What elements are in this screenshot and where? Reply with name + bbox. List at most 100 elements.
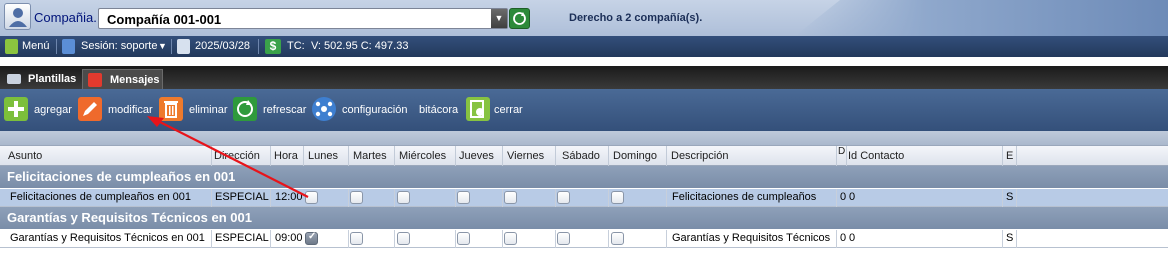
exchange-rate-values: V: 502.95 C: 497.33 — [311, 40, 409, 52]
company-bar: Compañia. Compañía 001-001 ▼ Derecho a 2… — [0, 0, 1168, 36]
divider — [502, 189, 503, 207]
configuration-button[interactable]: configuración — [312, 97, 412, 123]
divider — [56, 39, 57, 54]
table-row[interactable]: Garantías y Requisitos Técnicos en 001 E… — [0, 230, 1168, 248]
divider — [211, 146, 212, 166]
checkbox-lunes[interactable] — [305, 191, 318, 204]
action-toolbar: agregar modificar eliminar refrescar con… — [0, 89, 1168, 131]
company-refresh-button[interactable] — [509, 8, 530, 29]
column-header-d[interactable]: D — [838, 146, 845, 157]
menu-icon[interactable] — [5, 39, 18, 54]
checkbox-viernes[interactable] — [504, 232, 517, 245]
cell-direccion: ESPECIAL — [215, 232, 269, 244]
divider — [1016, 146, 1017, 166]
column-header-jueves[interactable]: Jueves — [459, 150, 494, 162]
session-chevron-down-icon[interactable]: ▼ — [158, 41, 167, 51]
group-header[interactable]: Garantías y Requisitos Técnicos en 001 — [0, 207, 1168, 229]
divider — [394, 189, 395, 207]
column-header-e[interactable]: E — [1006, 150, 1013, 162]
divider — [502, 230, 503, 248]
plus-icon — [4, 97, 28, 121]
checkbox-domingo[interactable] — [611, 191, 624, 204]
column-header-viernes[interactable]: Viernes — [507, 150, 544, 162]
tab-label: Mensajes — [110, 74, 160, 86]
cell-asunto: Garantías y Requisitos Técnicos en 001 — [10, 232, 205, 244]
session-date[interactable]: 2025/03/28 — [195, 40, 250, 52]
delete-button-label: eliminar — [189, 104, 228, 116]
configuration-button-label: configuración — [342, 104, 408, 116]
column-header-descripcion[interactable]: Descripción — [671, 150, 728, 162]
divider — [555, 146, 556, 166]
column-header-direccion[interactable]: Dirección — [214, 150, 260, 162]
checkbox-martes[interactable] — [350, 232, 363, 245]
checkbox-jueves[interactable] — [457, 232, 470, 245]
printer-icon — [7, 74, 21, 84]
exchange-rate-label: TC: — [287, 40, 305, 52]
tab-mensajes[interactable]: Mensajes — [82, 69, 163, 89]
column-header-domingo[interactable]: Domingo — [613, 150, 657, 162]
edit-button[interactable]: modificar — [78, 97, 156, 123]
divider — [258, 39, 259, 54]
checkbox-martes[interactable] — [350, 191, 363, 204]
divider — [836, 146, 837, 166]
divider — [555, 189, 556, 207]
column-header-miercoles[interactable]: Miércoles — [399, 150, 446, 162]
checkbox-miercoles[interactable] — [397, 191, 410, 204]
close-button-label: cerrar — [494, 104, 523, 116]
divider — [394, 230, 395, 248]
delete-button[interactable]: eliminar — [159, 97, 229, 123]
divider — [455, 189, 456, 207]
checkbox-miercoles[interactable] — [397, 232, 410, 245]
cell-asunto: Felicitaciones de cumpleaños en 001 — [10, 191, 192, 203]
checkbox-jueves[interactable] — [457, 191, 470, 204]
table-row[interactable]: Felicitaciones de cumpleaños en 001 ESPE… — [0, 189, 1168, 207]
group-header[interactable]: Felicitaciones de cumpleaños en 001 — [0, 166, 1168, 188]
divider — [270, 189, 271, 207]
column-header-lunes[interactable]: Lunes — [308, 150, 338, 162]
divider — [348, 189, 349, 207]
company-rights-text: Derecho a 2 compañía(s). — [569, 12, 703, 24]
cell-e: S — [1006, 191, 1014, 203]
network-icon — [312, 97, 336, 121]
column-header-asunto[interactable]: Asunto — [8, 150, 42, 162]
column-header-martes[interactable]: Martes — [353, 150, 387, 162]
log-button-label: bitácora — [419, 104, 459, 116]
divider — [836, 189, 837, 207]
group-title: Felicitaciones de cumpleaños en 001 — [7, 169, 236, 184]
divider — [502, 146, 503, 166]
menu-link[interactable]: Menú — [22, 40, 50, 52]
refresh-button[interactable]: refrescar — [233, 97, 309, 123]
dollar-icon: $ — [265, 39, 281, 54]
add-button[interactable]: agregar — [4, 97, 74, 123]
company-select[interactable]: Compañía 001-001 ▼ — [98, 8, 508, 29]
divider — [836, 230, 837, 248]
column-header-hora[interactable]: Hora — [274, 150, 298, 162]
checkbox-domingo[interactable] — [611, 232, 624, 245]
checkbox-viernes[interactable] — [504, 191, 517, 204]
company-select-value: Compañía 001-001 — [107, 12, 222, 27]
cell-hora: 12:00 — [275, 191, 303, 203]
close-button[interactable]: cerrar — [466, 97, 528, 123]
log-button[interactable]: bitácora — [419, 97, 461, 123]
toolbar-strip — [0, 131, 1168, 145]
cell-id-contacto: 0 — [849, 191, 856, 203]
chevron-down-icon[interactable]: ▼ — [491, 9, 507, 28]
column-header-sabado[interactable]: Sábado — [562, 150, 600, 162]
checkbox-lunes[interactable] — [305, 231, 318, 245]
session-bar: Menú Sesión: soporte ▼ 2025/03/28 $ TC: … — [0, 36, 1168, 57]
checkbox-sabado[interactable] — [557, 191, 570, 204]
session-user[interactable]: Sesión: soporte — [81, 40, 157, 52]
divider — [608, 146, 609, 166]
column-header-id-contacto[interactable]: Id Contacto — [848, 150, 904, 162]
tab-plantillas[interactable]: Plantillas — [4, 69, 80, 89]
cell-d: 0 — [840, 191, 847, 203]
divider — [455, 230, 456, 248]
divider — [211, 189, 212, 207]
header-decoration — [795, 0, 1168, 36]
divider — [666, 146, 667, 166]
checkbox-sabado[interactable] — [557, 232, 570, 245]
divider — [270, 230, 271, 248]
mailbox-icon — [88, 73, 102, 87]
divider — [1002, 230, 1003, 248]
calendar-icon[interactable] — [177, 39, 190, 54]
